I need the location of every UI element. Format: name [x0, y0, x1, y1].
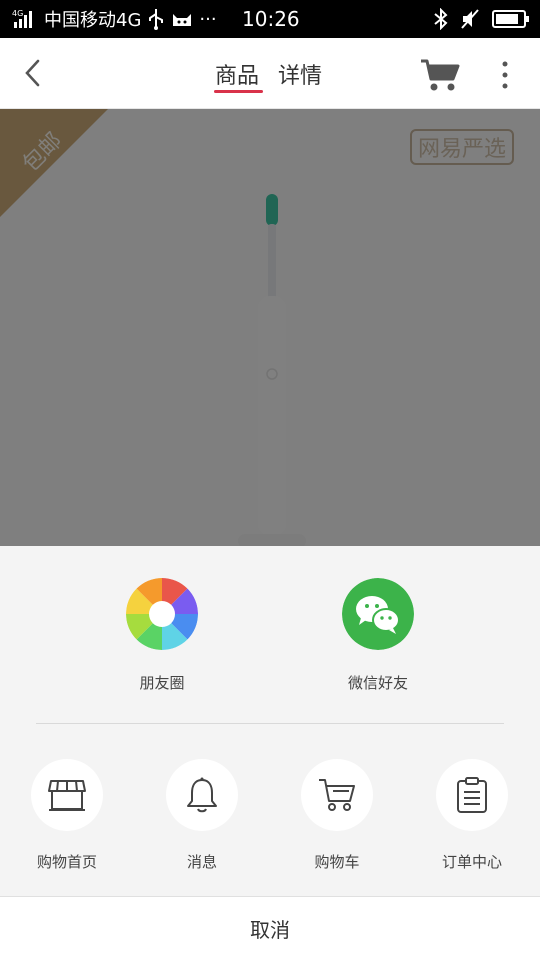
status-bar: 4G 中国移动4G ··· 10:26: [0, 0, 540, 38]
moments-icon: [125, 577, 199, 651]
more-vertical-icon[interactable]: [498, 60, 512, 90]
action-cart-label: 购物车: [314, 853, 360, 871]
store-icon: [48, 780, 86, 811]
bell-icon: [187, 777, 217, 813]
action-order-center-label: 订单中心: [441, 853, 502, 871]
cart-icon[interactable]: [420, 58, 460, 92]
product-image-area: 包邮 网易严选: [0, 109, 540, 546]
action-messages[interactable]: 消息: [142, 759, 262, 872]
signal-tag: 4G: [12, 9, 23, 18]
share-moments[interactable]: 朋友圈: [92, 577, 232, 693]
action-circle: [166, 759, 238, 831]
sheet-divider: [36, 723, 504, 724]
mute-icon: [461, 9, 479, 29]
action-order-center[interactable]: 订单中心: [412, 759, 532, 872]
wechat-icon: [342, 578, 414, 650]
status-more: ···: [199, 8, 217, 30]
cancel-button[interactable]: 取消: [0, 896, 540, 960]
status-right: [434, 0, 530, 38]
overlay-dim[interactable]: [0, 109, 540, 546]
battery-icon: [492, 10, 529, 28]
cat-icon: [173, 14, 192, 26]
share-wechat-friend[interactable]: 微信好友: [308, 578, 448, 693]
action-cart[interactable]: 购物车: [277, 759, 397, 872]
chevron-left-icon[interactable]: [18, 56, 50, 90]
carrier-text: 中国移动4G: [44, 10, 142, 31]
share-moments-label: 朋友圈: [139, 674, 185, 692]
action-circle: [436, 759, 508, 831]
tab-detail[interactable]: 详情: [278, 58, 322, 90]
status-time: 10:26: [242, 7, 300, 31]
status-left: 4G 中国移动4G ···: [12, 0, 217, 38]
action-circle: [31, 759, 103, 831]
active-tab-indicator: [214, 90, 263, 93]
action-shopping-home[interactable]: 购物首页: [7, 759, 127, 872]
usb-icon: [149, 9, 164, 30]
share-wechat-label: 微信好友: [347, 674, 408, 692]
nav-bar: 商品 详情: [0, 38, 540, 109]
signal-icon: 4G: [12, 9, 32, 28]
action-shopping-home-label: 购物首页: [36, 853, 97, 871]
cart-icon: [319, 779, 355, 811]
action-circle: [301, 759, 373, 831]
action-messages-label: 消息: [186, 853, 217, 871]
clipboard-icon: [457, 777, 487, 813]
bluetooth-icon: [434, 8, 448, 30]
tab-goods[interactable]: 商品: [215, 58, 259, 90]
